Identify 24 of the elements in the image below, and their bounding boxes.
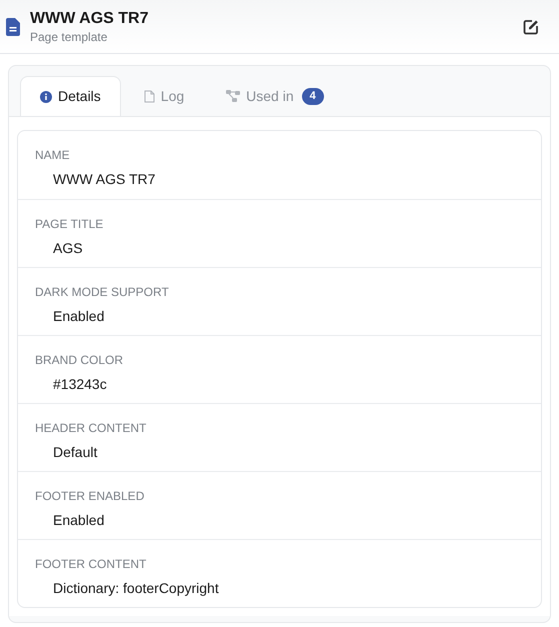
field-value: #13243c: [52, 375, 108, 394]
field-label: PAGE TITLE: [35, 216, 104, 232]
field-value: AGS: [52, 239, 84, 258]
field-value: Dictionary: footerCopyright: [52, 579, 220, 598]
field-label: HEADER CONTENT: [35, 420, 148, 436]
count-badge: 4: [302, 88, 324, 104]
document-icon: [6, 18, 20, 36]
field-label: FOOTER ENABLED: [35, 488, 146, 504]
file-icon: [144, 90, 155, 102]
tab[interactable]: Used in 4: [207, 76, 343, 116]
field-label: NAME: [35, 147, 71, 163]
field-label: DARK MODE SUPPORT: [35, 284, 170, 300]
info-icon: [40, 90, 52, 102]
field-label: BRAND COLOR: [35, 352, 124, 368]
page-subtitle: Page template: [30, 28, 108, 44]
page-title: WWW AGS TR7: [30, 8, 148, 28]
field-label: FOOTER CONTENT: [35, 556, 148, 572]
edit-icon: [523, 18, 539, 34]
tab[interactable]: Details: [20, 76, 121, 116]
field-value: Default: [52, 443, 98, 462]
field-value: Enabled: [52, 307, 106, 326]
field-value: Enabled: [52, 511, 106, 530]
sitemap-icon: [226, 90, 240, 102]
field-value: WWW AGS TR7: [52, 170, 156, 189]
